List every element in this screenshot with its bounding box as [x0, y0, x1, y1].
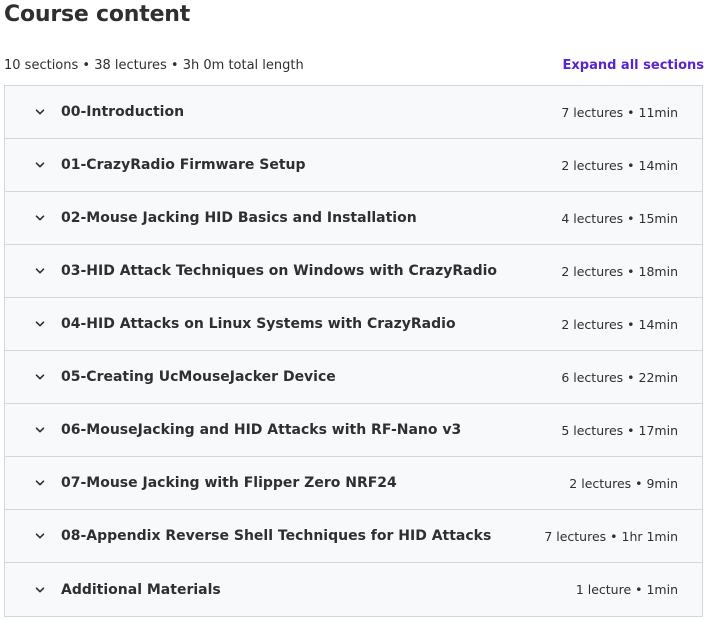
section-stats: 7 lectures • 11min — [561, 104, 678, 120]
section-header[interactable]: 04-HID Attacks on Linux Systems with Cra… — [5, 298, 702, 351]
chevron-down-icon — [33, 158, 47, 172]
course-meta-row: 10 sections • 38 lectures • 3h 0m total … — [4, 56, 704, 74]
section-header[interactable]: 03-HID Attack Techniques on Windows with… — [5, 245, 702, 298]
section-title: 03-HID Attack Techniques on Windows with… — [61, 263, 498, 279]
chevron-down-icon — [33, 317, 47, 331]
section-stats: 6 lectures • 22min — [561, 369, 678, 385]
chevron-down-icon — [33, 370, 47, 384]
section-title: 00-Introduction — [61, 104, 185, 120]
section-stats: 7 lectures • 1hr 1min — [544, 528, 678, 544]
section-stats: 4 lectures • 15min — [561, 210, 678, 226]
expand-all-sections-button[interactable]: Expand all sections — [563, 58, 705, 73]
section-header[interactable]: 01-CrazyRadio Firmware Setup 2 lectures … — [5, 139, 702, 192]
course-sections-list: 00-Introduction 7 lectures • 11min 01-Cr… — [4, 85, 703, 617]
chevron-down-icon — [33, 476, 47, 490]
chevron-down-icon — [33, 529, 47, 543]
chevron-down-icon — [33, 105, 47, 119]
section-title: Additional Materials — [61, 581, 221, 598]
section-header[interactable]: 05-Creating UcMouseJacker Device 6 lectu… — [5, 351, 702, 404]
section-header[interactable]: 06-MouseJacking and HID Attacks with RF-… — [5, 404, 702, 457]
section-title: 01-CrazyRadio Firmware Setup — [61, 157, 306, 173]
section-header[interactable]: 02-Mouse Jacking HID Basics and Installa… — [5, 192, 702, 245]
section-header[interactable]: 08-Appendix Reverse Shell Techniques for… — [5, 510, 702, 563]
section-header[interactable]: Additional Materials 1 lecture • 1min — [5, 563, 702, 616]
section-title: 07-Mouse Jacking with Flipper Zero NRF24 — [61, 475, 397, 491]
chevron-down-icon — [33, 264, 47, 278]
section-title: 02-Mouse Jacking HID Basics and Installa… — [61, 210, 417, 226]
chevron-down-icon — [33, 423, 47, 437]
section-stats: 2 lectures • 14min — [561, 157, 678, 173]
section-stats: 5 lectures • 17min — [561, 422, 678, 438]
section-title: 04-HID Attacks on Linux Systems with Cra… — [61, 316, 456, 332]
section-stats: 1 lecture • 1min — [575, 582, 678, 597]
section-header[interactable]: 00-Introduction 7 lectures • 11min — [5, 86, 702, 139]
section-title: 08-Appendix Reverse Shell Techniques for… — [61, 528, 492, 544]
chevron-down-icon — [33, 211, 47, 225]
page-title: Course content — [4, 2, 191, 27]
section-title: 06-MouseJacking and HID Attacks with RF-… — [61, 422, 462, 438]
section-title: 05-Creating UcMouseJacker Device — [61, 369, 336, 385]
section-stats: 2 lectures • 9min — [569, 475, 678, 491]
chevron-down-icon — [33, 583, 47, 597]
section-stats: 2 lectures • 14min — [561, 316, 678, 332]
section-stats: 2 lectures • 18min — [561, 263, 678, 279]
course-summary: 10 sections • 38 lectures • 3h 0m total … — [4, 57, 304, 73]
section-header[interactable]: 07-Mouse Jacking with Flipper Zero NRF24… — [5, 457, 702, 510]
